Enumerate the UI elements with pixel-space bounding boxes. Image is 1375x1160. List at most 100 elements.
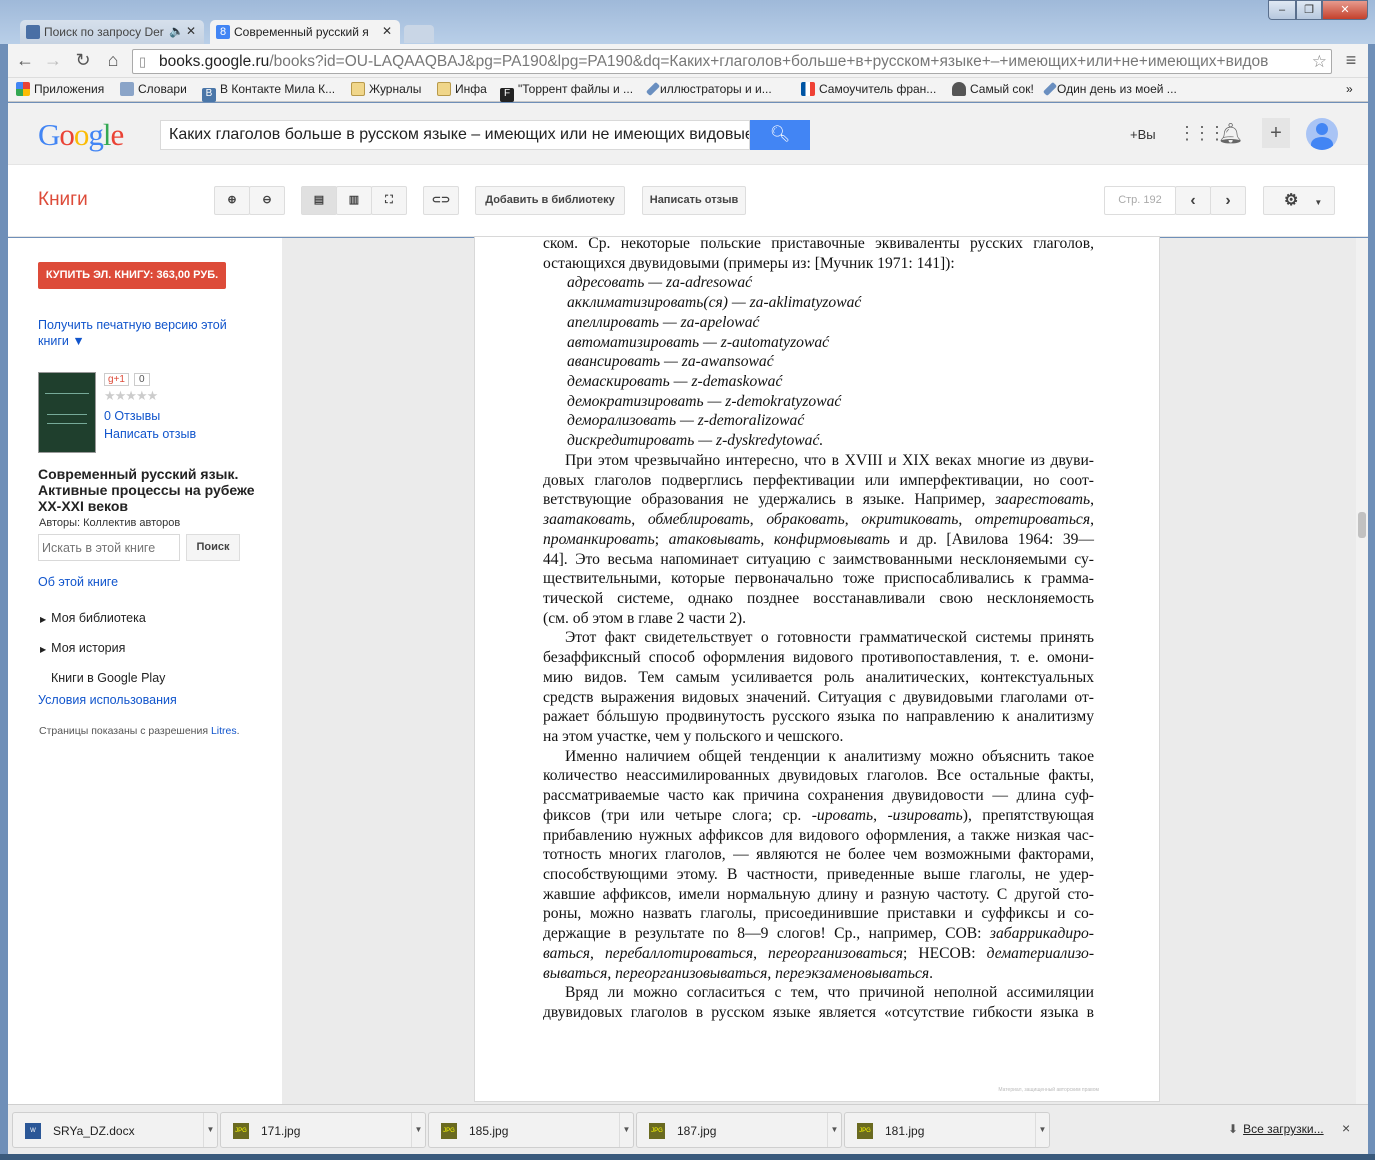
- text-line: ражает бóльшую продвинутость русского яз…: [543, 707, 1094, 727]
- my-history-link[interactable]: ▶ Моя история: [40, 641, 125, 655]
- bookmark-apps[interactable]: Приложения: [16, 82, 104, 96]
- zoom-out-button[interactable]: ⊖: [249, 186, 285, 215]
- chevron-down-icon: ▼: [1314, 198, 1323, 207]
- books-brand[interactable]: Книги: [38, 189, 88, 211]
- address-bar[interactable]: ▯ books.google.ru/books?id=OU-LAQAAQBAJ&…: [132, 49, 1332, 74]
- bookmark-item[interactable]: B В Контакте Мила К...: [202, 82, 335, 102]
- close-tab-icon[interactable]: ✕: [186, 24, 196, 38]
- download-item[interactable]: JPG 171.jpg ▼: [220, 1112, 426, 1148]
- triangle-right-icon: ▶: [40, 645, 47, 654]
- close-tab-icon[interactable]: ✕: [382, 24, 392, 38]
- text-line: ваться, перебаллотироваться, переорганиз…: [543, 944, 1094, 964]
- chevron-down-icon[interactable]: ▼: [619, 1113, 633, 1147]
- litres-link[interactable]: Litres: [211, 725, 237, 737]
- about-book-link[interactable]: Об этой книге: [38, 575, 118, 589]
- write-review-link[interactable]: Написать отзыв: [104, 427, 196, 441]
- page-number-field[interactable]: Стр. 192: [1104, 186, 1176, 215]
- bookmark-folder[interactable]: Инфа: [437, 82, 487, 96]
- bookmark-item[interactable]: Один день из моей ...: [1042, 81, 1177, 97]
- print-version-link[interactable]: Получить печатную версию этой книги ▼: [38, 317, 248, 349]
- bookmark-item[interactable]: Самый сок!: [952, 82, 1034, 96]
- text-line: прибавлению нужных аффиксов для видового…: [543, 826, 1094, 846]
- bookmark-item[interactable]: Словари: [120, 82, 187, 96]
- gplus-count: 0: [134, 373, 150, 386]
- text-segment: переорганизовываться: [615, 964, 768, 982]
- maximize-button[interactable]: ❐: [1296, 0, 1322, 20]
- reload-icon[interactable]: ↻: [72, 50, 94, 71]
- text-segment: жавшие аффиксов, имели нормальную длину …: [543, 885, 1094, 903]
- speaker-icon[interactable]: 🔈: [169, 24, 184, 38]
- write-review-button[interactable]: Написать отзыв: [642, 186, 746, 215]
- bookmark-folder[interactable]: Журналы: [351, 82, 421, 96]
- bookmarks-bar: Приложения Словари B В Контакте Мила К...…: [8, 78, 1368, 102]
- downloads-bar: W SRYa_DZ.docx ▼ JPG 171.jpg ▼ JPG 185.jpg ▼ J…: [8, 1104, 1368, 1154]
- back-icon[interactable]: ←: [14, 50, 36, 71]
- download-item[interactable]: JPG 181.jpg ▼: [844, 1112, 1050, 1148]
- scrollbar-thumb[interactable]: [1358, 512, 1366, 538]
- jpg-file-icon: JPG: [649, 1123, 665, 1139]
- url-host: books.google.ru: [159, 53, 270, 70]
- gplus-button[interactable]: g+1: [104, 373, 129, 386]
- add-to-library-button[interactable]: Добавить в библиотеку: [475, 186, 625, 215]
- home-icon[interactable]: ⌂: [102, 50, 124, 71]
- zoom-in-button[interactable]: ⊕: [214, 186, 250, 215]
- fullscreen-button[interactable]: ⛶: [371, 186, 407, 215]
- link-button[interactable]: ⊂⊃: [423, 186, 459, 215]
- chevron-down-icon[interactable]: ▼: [1035, 1113, 1049, 1147]
- text-segment: фиксов (три или четыре слога; ср.: [543, 806, 812, 824]
- download-item[interactable]: JPG 187.jpg ▼: [636, 1112, 842, 1148]
- bookmark-label: Самоучитель фран...: [819, 82, 937, 96]
- search-in-book-button[interactable]: Поиск: [186, 534, 240, 561]
- prev-page-button[interactable]: ‹: [1175, 186, 1211, 215]
- close-window-button[interactable]: ✕: [1322, 0, 1368, 20]
- single-page-button[interactable]: ▤: [301, 186, 337, 215]
- google-logo[interactable]: Google: [38, 117, 124, 153]
- example-line: дискредитировать — z-dyskredytować.: [543, 431, 1094, 451]
- reviews-link[interactable]: 0 Отзывы: [104, 409, 160, 423]
- forward-icon[interactable]: →: [42, 50, 64, 71]
- scrollbar[interactable]: [1356, 238, 1368, 1104]
- my-library-link[interactable]: ▶ Моя библиотека: [40, 611, 146, 625]
- bookmark-item[interactable]: Самоучитель фран...: [801, 82, 936, 96]
- chevron-right-icon: ›: [1225, 192, 1231, 209]
- url-path: /books?id=OU-LAQAAQBAJ&pg=PA190&lpg=PA19…: [269, 53, 1269, 70]
- text-line: держащие в результате по 8—9 слогов! Ср.…: [543, 924, 1094, 944]
- buy-ebook-button[interactable]: КУПИТЬ ЭЛ. КНИГУ: 363,00 РУБ.: [38, 262, 226, 289]
- page-icon: ▯: [139, 54, 147, 69]
- share-plus-button[interactable]: +: [1262, 118, 1290, 148]
- download-item[interactable]: W SRYa_DZ.docx ▼: [12, 1112, 218, 1148]
- apps-grid-icon[interactable]: ⋮⋮⋮: [1178, 123, 1226, 144]
- chevron-down-icon[interactable]: ▼: [827, 1113, 841, 1147]
- chevron-down-icon[interactable]: ▼: [203, 1113, 217, 1147]
- bookmark-item[interactable]: F "Торрент файлы и ...: [500, 82, 633, 102]
- avatar[interactable]: [1306, 118, 1338, 150]
- tab-books[interactable]: 8 Современный русский я ✕: [210, 20, 400, 44]
- all-downloads-link[interactable]: ⬇ Все загрузки...: [1228, 1122, 1324, 1136]
- two-page-button[interactable]: ▥: [336, 186, 372, 215]
- bookmark-item[interactable]: иллюстраторы и и...: [645, 81, 772, 97]
- text-line: тической системе, однако позднее восстан…: [543, 589, 1094, 609]
- book-cover[interactable]: [38, 372, 96, 453]
- chevron-down-icon[interactable]: ▼: [411, 1113, 425, 1147]
- permission-text: Страницы показаны с разрешения: [39, 725, 211, 737]
- download-item[interactable]: JPG 185.jpg ▼: [428, 1112, 634, 1148]
- tab-search[interactable]: Поиск по запросу Der 🔈 ✕: [20, 20, 204, 44]
- search-in-book-input[interactable]: [38, 534, 180, 561]
- bookmarks-more[interactable]: »: [1346, 82, 1353, 96]
- settings-button[interactable]: ⚙ ▼: [1263, 186, 1335, 215]
- minimize-button[interactable]: ‒: [1268, 0, 1296, 20]
- plus-you-link[interactable]: +Вы: [1130, 127, 1156, 142]
- download-filename: 181.jpg: [885, 1124, 925, 1138]
- bookmark-star-icon[interactable]: ☆: [1309, 50, 1327, 73]
- google-play-books-link[interactable]: Книги в Google Play: [51, 671, 165, 685]
- google-search-input[interactable]: Каких глаголов больше в русском языке – …: [160, 120, 750, 150]
- text-segment: автоматизировать — z-automatyzować: [567, 333, 830, 351]
- next-page-button[interactable]: ›: [1210, 186, 1246, 215]
- search-button[interactable]: 🔍︎: [750, 120, 810, 150]
- notifications-bell-icon[interactable]: 🔔︎: [1218, 121, 1243, 146]
- close-downloads-button[interactable]: ×: [1342, 1120, 1350, 1136]
- terms-link[interactable]: Условия использования: [38, 693, 177, 707]
- chevron-left-icon: ‹: [1190, 192, 1196, 209]
- new-tab-button[interactable]: [404, 25, 434, 43]
- menu-icon[interactable]: ≡: [1340, 50, 1362, 71]
